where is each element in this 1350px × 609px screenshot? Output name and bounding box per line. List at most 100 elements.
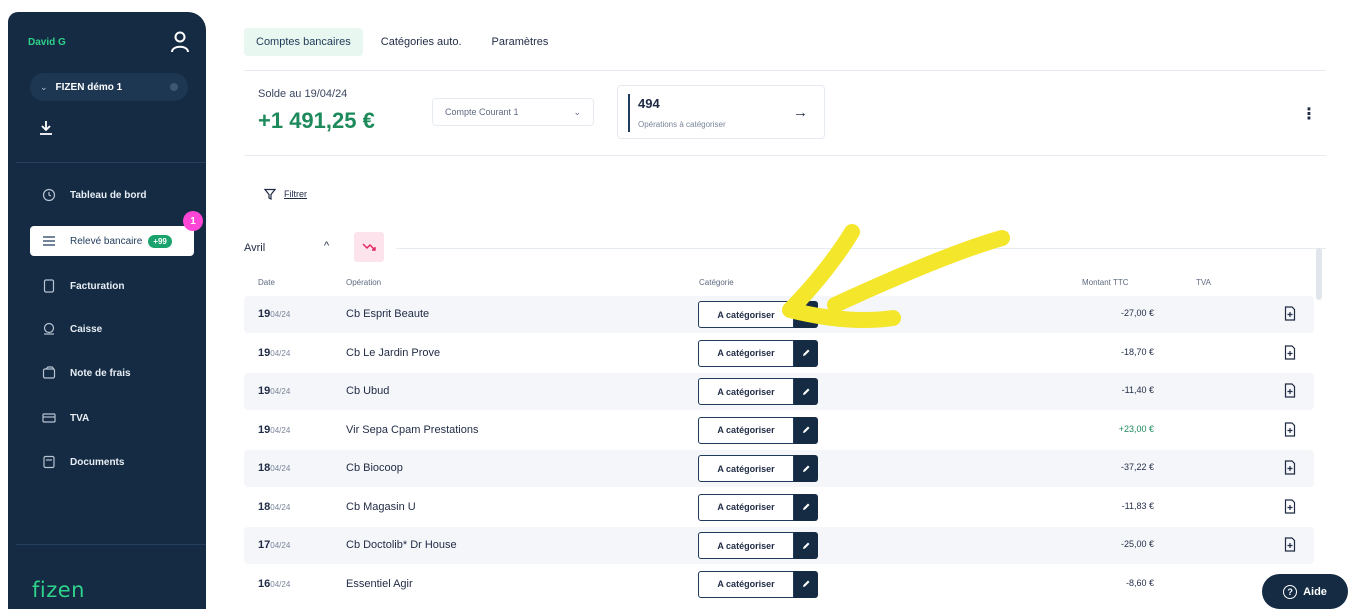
edit-category-button[interactable] <box>794 493 818 521</box>
edit-category-button[interactable] <box>794 455 818 482</box>
row-amount: -11,40 € <box>1121 385 1154 395</box>
categorize-button[interactable]: A catégoriser <box>698 416 794 444</box>
notification-badge: 1 <box>183 211 203 231</box>
row-category: A catégoriser <box>698 378 818 405</box>
pencil-icon <box>803 388 810 395</box>
table-row[interactable]: 1904/24 Vir Sepa Cpam Prestations A catégo… <box>244 411 1314 449</box>
attach-document-icon[interactable] <box>1284 460 1296 475</box>
account-select[interactable]: Compte Courant 1 ⌄ <box>432 98 594 126</box>
attach-document-icon[interactable] <box>1284 344 1296 360</box>
chevron-down-icon: ⌄ <box>573 106 581 117</box>
row-amount: -27,00 € <box>1120 308 1154 318</box>
tab-parametres[interactable]: Paramètres <box>480 28 561 56</box>
attach-document-icon[interactable] <box>1284 306 1296 321</box>
filter-button[interactable]: Filtrer <box>264 188 307 200</box>
pencil-icon <box>803 580 810 587</box>
sidebar-item-label: TVA <box>70 412 90 424</box>
sidebar: David G ⌄ FIZEN démo 1 Tableau de bord R… <box>8 12 206 609</box>
trend-down-button[interactable] <box>354 232 384 262</box>
row-category: A catégoriser <box>698 532 818 559</box>
edit-category-button[interactable] <box>794 378 818 405</box>
sidebar-item-tableau-de-bord[interactable]: Tableau de bord <box>30 180 194 210</box>
categorize-button[interactable]: A catégoriser <box>698 570 794 598</box>
row-date: 1604/24 <box>258 577 291 590</box>
sidebar-item-note-de-frais[interactable]: Note de frais <box>30 358 194 388</box>
categorize-button[interactable]: A catégoriser <box>698 455 794 482</box>
help-button[interactable]: ? Aide <box>1262 574 1348 609</box>
attach-document-icon[interactable] <box>1284 383 1296 398</box>
filter-label: Filtrer <box>284 189 307 199</box>
row-operation: Vir Sepa Cpam Prestations <box>346 423 479 436</box>
attach-document-icon[interactable] <box>1284 537 1296 552</box>
categorize-button[interactable]: A catégoriser <box>698 301 794 328</box>
edit-category-button[interactable] <box>794 570 818 598</box>
row-category: A catégoriser <box>698 416 818 444</box>
pencil-icon <box>803 542 810 549</box>
pencil-icon <box>803 426 810 433</box>
sidebar-item-releve-bancaire[interactable]: Relevé bancaire +99 <box>30 226 194 256</box>
sidebar-item-facturation[interactable]: Facturation <box>30 271 194 301</box>
row-amount: -37,22 € <box>1120 462 1154 472</box>
row-amount: -11,83 € <box>1121 500 1154 511</box>
scrollbar-thumb[interactable] <box>1316 248 1322 300</box>
operations-count: 494 <box>638 96 660 111</box>
chevron-up-icon[interactable]: ^ <box>324 240 329 252</box>
sidebar-item-label: Note de frais <box>70 367 131 379</box>
divider <box>16 544 206 545</box>
tab-comptes-bancaires[interactable]: Comptes bancaires <box>244 28 363 56</box>
clock-icon <box>42 188 56 202</box>
sidebar-item-label: Documents <box>70 456 125 468</box>
sidebar-item-documents[interactable]: Documents <box>30 447 194 477</box>
month-label: Avril <box>244 242 266 254</box>
attach-document-icon[interactable] <box>1284 421 1296 437</box>
edit-category-button[interactable] <box>794 416 818 444</box>
edit-category-button[interactable] <box>794 301 818 328</box>
row-amount: -18,70 € <box>1120 346 1154 357</box>
sidebar-item-tva[interactable]: TVA <box>30 403 194 433</box>
categorize-button[interactable]: A catégoriser <box>698 493 794 521</box>
column-header-amount: Montant TTC <box>1082 278 1129 287</box>
cash-icon <box>43 322 55 335</box>
operations-to-categorize-card[interactable]: 494 Opérations à catégoriser → <box>617 85 825 139</box>
column-header-category: Catégorie <box>699 278 734 287</box>
download-icon[interactable] <box>39 120 53 136</box>
row-category: A catégoriser <box>698 301 818 328</box>
sidebar-item-label: Tableau de bord <box>70 189 147 201</box>
user-row: David G <box>28 30 190 54</box>
divider <box>244 70 1326 71</box>
tab-categories-auto[interactable]: Catégories auto. <box>369 28 474 56</box>
categorize-button[interactable]: A catégoriser <box>698 339 794 367</box>
sidebar-item-label: Relevé bancaire <box>70 235 143 247</box>
chevron-down-icon: ⌄ <box>40 81 48 92</box>
table-row[interactable]: 1804/24 Cb Magasin U A catégoriser -11,83 € <box>244 488 1314 526</box>
column-header-operation: Opération <box>346 278 382 287</box>
more-options-icon[interactable]: ⋮ <box>1301 104 1317 124</box>
row-amount: -8,60 € <box>1125 577 1154 588</box>
balance-value: +1 491,25 € <box>258 108 375 133</box>
pencil-icon <box>803 465 810 472</box>
operations-label: Opérations à catégoriser <box>638 120 726 129</box>
divider <box>244 155 1326 156</box>
row-operation: Cb Magasin U <box>346 500 416 513</box>
table-row[interactable]: 1704/24 Cb Doctolib* Dr House A catégorise… <box>244 527 1314 564</box>
row-operation: Cb Doctolib* Dr House <box>346 539 457 551</box>
row-date: 1904/24 <box>258 346 291 359</box>
table-row[interactable]: 1904/24 Cb Esprit Beaute A catégoriser -27,… <box>244 296 1314 333</box>
categorize-button[interactable]: A catégoriser <box>698 532 794 559</box>
row-date: 1804/24 <box>258 462 291 474</box>
row-operation: Cb Biocoop <box>346 462 403 474</box>
company-selector[interactable]: ⌄ FIZEN démo 1 <box>30 73 188 101</box>
table-row[interactable]: 1904/24 Cb Le Jardin Prove A catégoriser -1… <box>244 334 1314 372</box>
edit-category-button[interactable] <box>794 339 818 367</box>
categorize-button[interactable]: A catégoriser <box>698 378 794 405</box>
sidebar-item-caisse[interactable]: Caisse <box>30 314 194 344</box>
table-row[interactable]: 1804/24 Cb Biocoop A catégoriser -37,22 € <box>244 450 1314 487</box>
edit-category-button[interactable] <box>794 532 818 559</box>
sidebar-item-label: Facturation <box>70 280 125 292</box>
question-icon: ? <box>1283 584 1298 599</box>
attach-document-icon[interactable] <box>1284 498 1296 514</box>
user-icon[interactable] <box>170 30 190 54</box>
table-row[interactable]: 1904/24 Cb Ubud A catégoriser -11,40 € <box>244 373 1314 410</box>
table-row[interactable]: 1604/24 Essentiel Agir A catégoriser -8,60 … <box>244 565 1314 603</box>
tab-bar: Comptes bancaires Catégories auto. Param… <box>244 28 560 56</box>
